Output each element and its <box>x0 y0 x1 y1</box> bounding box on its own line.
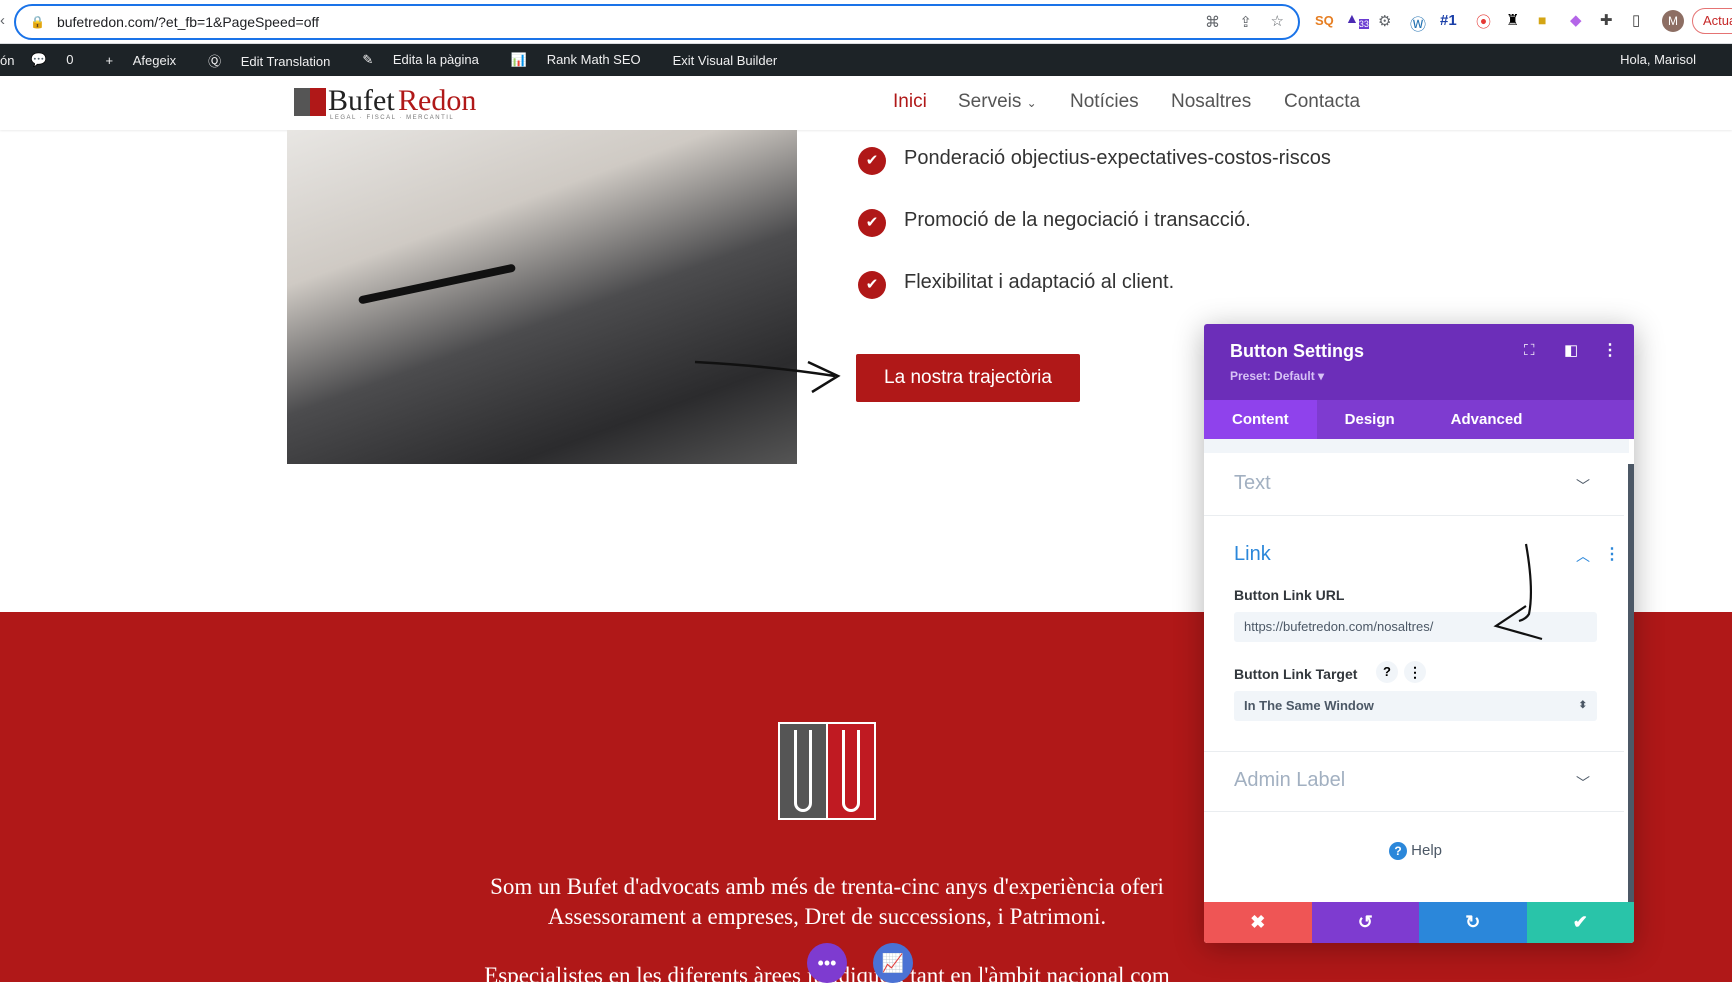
section-text-toggle[interactable]: Text <box>1234 472 1271 495</box>
discard-button[interactable]: ✖ <box>1204 902 1312 943</box>
close-icon: ✖ <box>1250 912 1266 932</box>
adminbar-exit-builder[interactable]: Exit Visual Builder <box>673 53 778 68</box>
tab-content[interactable]: Content <box>1204 400 1317 439</box>
share-icon[interactable]: ⇪ <box>1239 13 1252 31</box>
panel-tabs: Content Design Advanced <box>1204 400 1634 439</box>
translate-icon: Ⓠ <box>208 53 225 69</box>
builder-rank-button[interactable]: 📈 <box>873 943 913 983</box>
help-circle-icon: ? <box>1389 842 1407 860</box>
tab-design[interactable]: Design <box>1317 400 1423 439</box>
contract-photo <box>287 130 797 464</box>
spy-extension-icon[interactable]: ♜ <box>1506 11 1519 29</box>
checklist-item: Promoció de la negociació i transacció. <box>904 209 1251 231</box>
logo-mark-red <box>310 88 326 116</box>
button-link-target-select[interactable]: In The Same Window ⬍ <box>1234 691 1597 721</box>
chevron-up-icon[interactable]: ︿ <box>1576 546 1590 566</box>
profile-avatar[interactable]: M <box>1662 10 1684 32</box>
tab-advanced[interactable]: Advanced <box>1423 400 1551 439</box>
nav-nosaltres[interactable]: Nosaltres <box>1171 91 1251 113</box>
comment-icon: 💬 <box>30 52 47 67</box>
pen-shape <box>357 263 517 305</box>
checkmark-icon: ✔ <box>1572 912 1588 932</box>
adminbar-comments[interactable]: 💬 0 <box>30 52 89 68</box>
nav-contacta[interactable]: Contacta <box>1284 91 1360 113</box>
annotation-arrow <box>1493 543 1543 641</box>
panel-header[interactable]: Button Settings Preset: Default ▾ ⛶ ◧ ⋮ <box>1204 324 1634 400</box>
help-question-icon[interactable]: ? <box>1376 661 1398 683</box>
preset-dropdown[interactable]: Preset: Default ▾ <box>1230 369 1324 383</box>
site-logo[interactable]: Bufet Redon LEGAL · FISCAL · MERCANTIL <box>294 84 484 124</box>
expand-icon[interactable]: ⛶ <box>1524 342 1535 359</box>
adminbar-item-site[interactable]: ón <box>0 53 14 68</box>
help-link[interactable]: ? Help <box>1389 842 1442 860</box>
redo-icon: ↻ <box>1465 912 1481 932</box>
field-options-icon[interactable]: ⋮ <box>1404 661 1426 683</box>
extension-icon[interactable]: ▲33 <box>1345 10 1369 29</box>
url-text: bufetredon.com/?et_fb=1&PageSpeed=off <box>56 14 320 30</box>
seoquake-extension-icon[interactable]: SQ <box>1315 13 1334 28</box>
redo-button[interactable]: ↻ <box>1419 902 1527 943</box>
puzzle-icon[interactable]: ✚ <box>1600 11 1613 29</box>
adminbar-edit-translation[interactable]: Ⓠ Edit Translation <box>208 51 346 70</box>
adminbar-new[interactable]: + Afegeix <box>106 53 193 68</box>
more-options-icon[interactable]: ⋮ <box>1602 340 1618 360</box>
adminbar-rank-math[interactable]: 📊 Rank Math SEO <box>511 52 657 68</box>
undo-icon: ↺ <box>1357 912 1373 932</box>
check-badge-icon: ✔ <box>858 271 886 299</box>
color-extension-icon[interactable]: ◆ <box>1570 11 1582 29</box>
update-button[interactable]: Actua <box>1692 8 1732 34</box>
chevron-down-icon[interactable]: ﹀ <box>1576 773 1590 793</box>
chart-icon: 📈 <box>881 953 905 973</box>
section-admin-label-toggle[interactable]: Admin Label <box>1234 769 1345 792</box>
select-arrows-icon: ⬍ <box>1578 700 1587 711</box>
section-options-icon[interactable]: ⋮ <box>1604 544 1620 564</box>
site-header: Bufet Redon LEGAL · FISCAL · MERCANTIL I… <box>0 76 1732 130</box>
adminbar-greeting[interactable]: Hola, Marisol <box>1620 52 1696 67</box>
back-icon[interactable]: ‹ <box>0 12 5 29</box>
nav-serveis[interactable]: Serveis ⌄ <box>958 91 1037 113</box>
lock-icon: 🔒 <box>30 15 45 29</box>
logo-mark-grey <box>294 88 310 116</box>
builder-more-button[interactable]: ••• <box>807 943 847 983</box>
undo-button[interactable]: ↺ <box>1311 902 1419 943</box>
panel-title: Button Settings <box>1230 341 1364 361</box>
section-link-toggle[interactable]: Link <box>1234 543 1271 566</box>
wordpress-extension-icon[interactable]: Ⓦ <box>1410 11 1426 35</box>
checklist-item: Ponderació objectius-expectatives-costos… <box>904 147 1331 169</box>
chevron-down-icon: ⌄ <box>1026 96 1037 110</box>
check-badge-icon: ✔ <box>858 209 886 237</box>
button-settings-panel: Button Settings Preset: Default ▾ ⛶ ◧ ⋮ … <box>1204 324 1634 943</box>
more-dots-icon: ••• <box>817 953 837 973</box>
save-button[interactable]: ✔ <box>1526 902 1634 943</box>
translate-icon[interactable]: ⌘ <box>1205 13 1220 31</box>
checklist-item: Flexibilitat i adaptació al client. <box>904 271 1175 293</box>
target-label: Button Link Target <box>1234 666 1358 682</box>
url-label: Button Link URL <box>1234 587 1345 603</box>
wp-admin-bar: ón 💬 0 + Afegeix Ⓠ Edit Translation ✎ Ed… <box>0 44 1732 76</box>
pencil-icon: ✎ <box>362 52 377 67</box>
nav-inici[interactable]: Inici <box>893 91 927 113</box>
panel-scrollbar[interactable] <box>1628 464 1634 904</box>
chevron-down-icon[interactable]: ﹀ <box>1576 476 1590 496</box>
plus-icon: + <box>105 52 117 68</box>
rank-extension-icon[interactable]: #1 <box>1440 12 1457 29</box>
adminbar-edit-page[interactable]: ✎ Edita la pàgina <box>362 52 495 68</box>
annotation-arrow <box>694 360 841 394</box>
check-badge-icon: ✔ <box>858 147 886 175</box>
footer-logo-mark <box>778 722 876 820</box>
rank-math-icon: 📊 <box>510 52 531 67</box>
bookmark-star-icon[interactable]: ☆ <box>1271 12 1284 30</box>
folder-extension-icon[interactable]: ■ <box>1538 12 1546 28</box>
gear-extension-icon[interactable]: ⚙ <box>1378 12 1391 30</box>
side-panel-icon[interactable]: ▯ <box>1632 11 1640 29</box>
nav-noticies[interactable]: Notícies <box>1070 91 1139 113</box>
browser-toolbar: ‹ 🔒 bufetredon.com/?et_fb=1&PageSpeed=of… <box>0 0 1732 44</box>
caret-down-icon: ▾ <box>1318 369 1325 383</box>
location-extension-icon[interactable]: ⦿ <box>1476 11 1491 32</box>
address-bar[interactable]: 🔒 bufetredon.com/?et_fb=1&PageSpeed=off … <box>14 4 1300 40</box>
cta-button[interactable]: La nostra trajectòria <box>856 354 1080 402</box>
split-view-icon[interactable]: ◧ <box>1564 341 1578 359</box>
